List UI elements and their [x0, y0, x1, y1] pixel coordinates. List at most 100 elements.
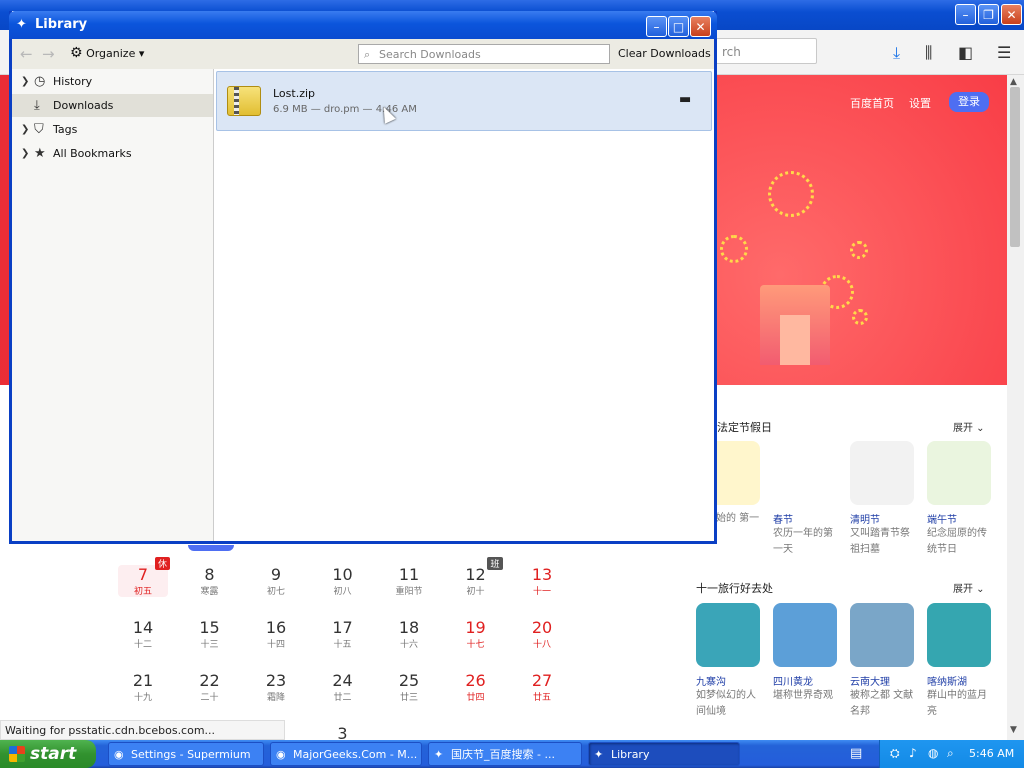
taskbar-button[interactable]: ◉ MajorGeeks.Com - M...: [270, 742, 422, 766]
windows-logo-icon: [9, 746, 25, 762]
lunar-label: 初七: [266, 587, 285, 597]
travel-expand-link[interactable]: 展开 ⌄: [953, 580, 985, 595]
lunar-label: 初十: [466, 587, 485, 597]
page-scrollbar[interactable]: ▲ ▼: [1007, 75, 1024, 740]
firework-decoration: [768, 171, 814, 217]
search-input[interactable]: rch: [715, 38, 817, 64]
settings-link[interactable]: 设置: [909, 95, 931, 111]
holiday-name[interactable]: 清明节: [850, 511, 914, 526]
clear-downloads-button[interactable]: Clear Downloads: [618, 47, 711, 60]
travel-card[interactable]: 喀纳斯湖 群山中的蓝月 亮: [927, 603, 991, 720]
sidebar-item-downloads[interactable]: ⤓ Downloads: [12, 94, 213, 117]
travel-name[interactable]: 云南大理: [850, 673, 914, 688]
travel-desc: 被称之都 文献 名邦: [850, 690, 914, 717]
scroll-down-icon[interactable]: ▼: [1010, 725, 1017, 735]
travel-name[interactable]: 四川黄龙: [773, 673, 837, 688]
forward-arrow-icon[interactable]: →: [42, 45, 55, 63]
menu-icon[interactable]: ☰: [997, 43, 1011, 62]
restore-button[interactable]: ❐: [978, 4, 999, 25]
lunar-label: 寒露: [200, 587, 219, 597]
library-titlebar[interactable]: ✦ Library – □ ✕: [9, 11, 717, 39]
calendar-day[interactable]: 27 廿五: [517, 671, 567, 703]
calendar-day[interactable]: 11 重阳节: [384, 565, 434, 597]
shield-icon[interactable]: ◍: [928, 746, 938, 760]
sidebar-icon[interactable]: ◧: [958, 43, 973, 62]
calendar-day[interactable]: 18 十六: [384, 618, 434, 650]
day-number: 10: [332, 565, 353, 584]
calendar-day[interactable]: 7 初五休: [118, 557, 170, 597]
scroll-thumb[interactable]: [1010, 87, 1020, 247]
expand-arrow-icon[interactable]: ❯: [21, 142, 29, 165]
calendar-day[interactable]: 19 十七: [451, 618, 501, 650]
chrome-icon: ◉: [276, 748, 286, 761]
lunar-label: 廿二: [333, 693, 352, 703]
network-icon[interactable]: ⛭: [890, 746, 900, 761]
calendar-day[interactable]: 3: [318, 724, 368, 740]
travel-image: [773, 603, 837, 667]
calendar-tab-indicator: [188, 545, 234, 551]
taskbar-button[interactable]: ✦ Library: [588, 742, 740, 766]
holiday-expand-link[interactable]: 展开 ⌄: [953, 419, 985, 434]
travel-name[interactable]: 九寨沟: [696, 673, 760, 688]
sidebar-item-all-bookmarks[interactable]: ❯ ★ All Bookmarks: [12, 142, 213, 165]
search-icon[interactable]: ⌕: [947, 746, 954, 761]
organize-menu-button[interactable]: ⚙ Organize ▾: [70, 45, 144, 61]
calendar-day[interactable]: 21 十九: [118, 671, 168, 703]
expand-arrow-icon[interactable]: ❯: [21, 118, 29, 141]
open-folder-icon[interactable]: ▬: [679, 92, 691, 107]
lunar-label: 十二: [133, 640, 152, 650]
travel-card[interactable]: 九寨沟 如梦似幻的人 间仙境: [696, 603, 760, 720]
status-bar: Waiting for psstatic.cdn.bcebos.com...: [0, 720, 285, 740]
sidebar-item-history[interactable]: ❯ ◷ History: [12, 70, 213, 93]
maximize-button[interactable]: □: [668, 16, 689, 37]
volume-icon[interactable]: ♪: [909, 746, 917, 760]
start-button[interactable]: start: [0, 740, 96, 768]
lunar-label: 十六: [399, 640, 418, 650]
close-button[interactable]: ✕: [690, 16, 711, 37]
calendar-day[interactable]: 26 廿四: [451, 671, 501, 703]
day-number: 17: [332, 618, 353, 637]
calendar-day[interactable]: 14 十二: [118, 618, 168, 650]
expand-arrow-icon[interactable]: ❯: [21, 70, 29, 93]
holiday-name[interactable]: 春节: [773, 511, 837, 526]
calendar-day[interactable]: 22 二十: [185, 671, 235, 703]
calendar-day[interactable]: 25 廿三: [384, 671, 434, 703]
search-downloads-input[interactable]: ⌕ Search Downloads: [358, 44, 610, 64]
back-arrow-icon[interactable]: ←: [20, 45, 33, 63]
calendar-day[interactable]: 23 霜降: [251, 671, 301, 703]
travel-card[interactable]: 云南大理被称之都 文献 名邦: [850, 603, 914, 720]
download-item[interactable]: Lost.zip 6.9 MB — dro.pm — 4:46 AM ▬: [216, 71, 712, 131]
downloads-icon[interactable]: ⤓: [893, 43, 900, 63]
library-icon[interactable]: ⫼: [925, 43, 932, 63]
holiday-name[interactable]: 端午节: [927, 511, 991, 526]
holiday-card[interactable]: 端午节 纪念屈原的传 统节日: [927, 441, 991, 558]
holiday-card[interactable]: 春节 农历一年的第 一天: [773, 441, 837, 558]
holiday-image: [927, 441, 991, 505]
day-number: 23: [265, 671, 287, 690]
taskbar-button[interactable]: ◉ Settings - Supermium: [108, 742, 264, 766]
calendar-day[interactable]: 10 初八: [318, 565, 368, 597]
calendar-day[interactable]: 16 十四: [251, 618, 301, 650]
travel-card[interactable]: 四川黄龙 堪称世界奇观: [773, 603, 837, 720]
calendar-day[interactable]: 8 寒露: [185, 565, 235, 597]
sidebar-item-tags[interactable]: ❯ ⛉ Tags: [12, 118, 213, 141]
calendar-day[interactable]: 17 十五: [318, 618, 368, 650]
minimize-button[interactable]: –: [646, 16, 667, 37]
taskbar-button[interactable]: ✦ 国庆节_百度搜索 - ...: [428, 742, 582, 766]
calendar-day[interactable]: 15 十三: [185, 618, 235, 650]
close-button[interactable]: ✕: [1001, 4, 1022, 25]
calendar-day[interactable]: 12 初十班: [451, 557, 503, 597]
home-link[interactable]: 百度首页: [850, 95, 894, 111]
calendar-day[interactable]: 13 十一: [517, 565, 567, 597]
keyboard-icon[interactable]: ▤: [850, 746, 862, 761]
calendar-day[interactable]: 24 廿二: [318, 671, 368, 703]
calendar-day[interactable]: 20 十八: [517, 618, 567, 650]
travel-name[interactable]: 喀纳斯湖: [927, 673, 991, 688]
login-button[interactable]: 登录: [949, 92, 989, 112]
holiday-card[interactable]: 清明节 又叫踏青节祭 祖扫墓: [850, 441, 914, 558]
scroll-up-icon[interactable]: ▲: [1010, 77, 1017, 87]
day-number: 24: [332, 671, 353, 690]
minimize-button[interactable]: –: [955, 4, 976, 25]
lunar-label: 重阳节: [395, 587, 423, 597]
calendar-day[interactable]: 9 初七: [251, 565, 301, 597]
